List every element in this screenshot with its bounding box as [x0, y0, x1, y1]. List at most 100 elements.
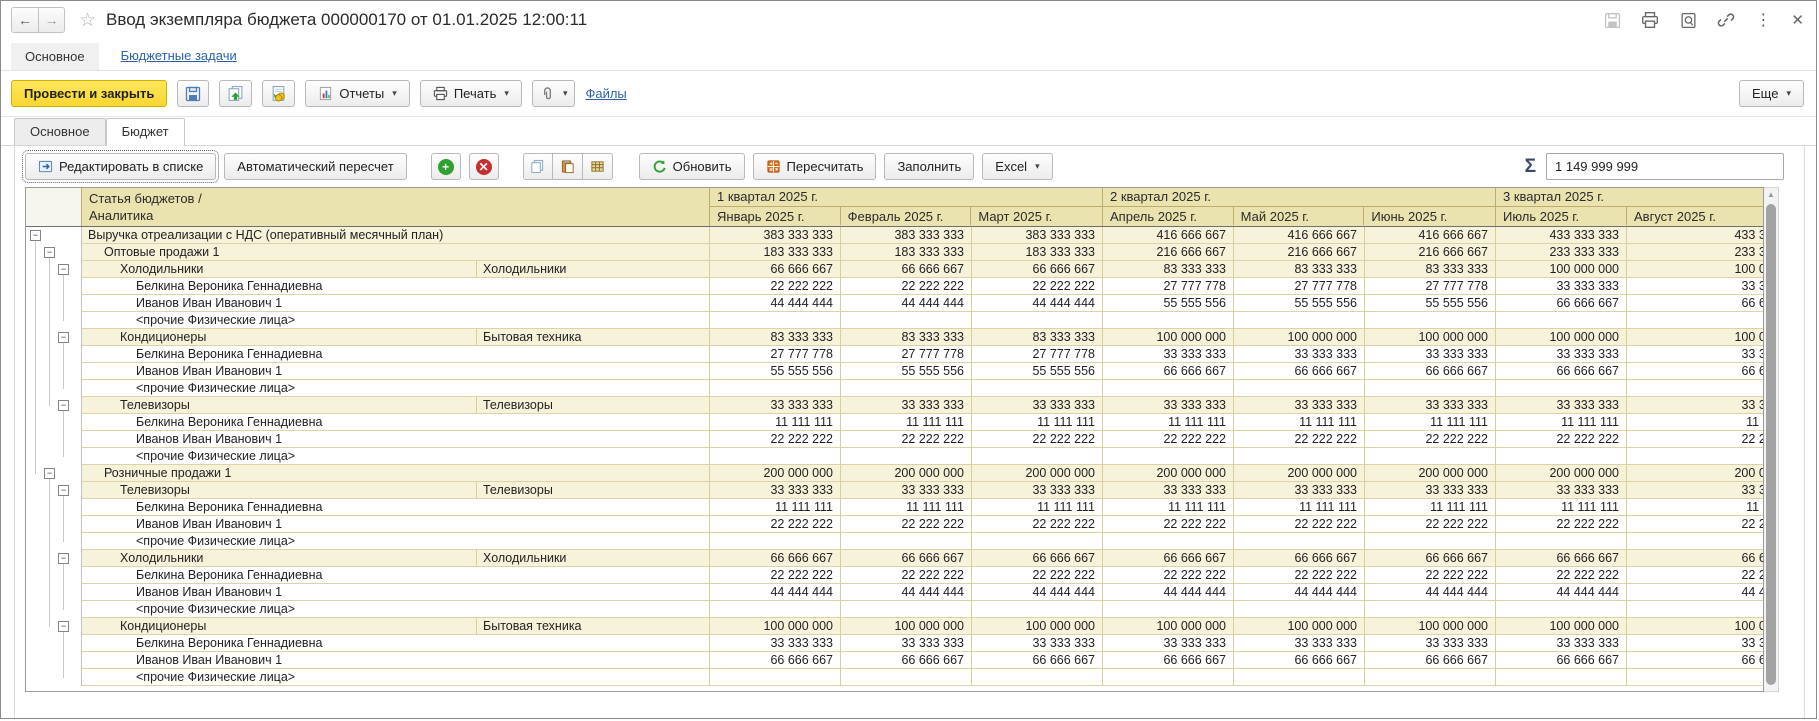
article-cell[interactable]: <прочие Физические лица>	[82, 448, 710, 465]
article-cell[interactable]: Иванов Иван Иванович 1	[82, 295, 710, 312]
auto-recalc-button[interactable]: Автоматический пересчет	[224, 153, 407, 180]
value-cell[interactable]: 33 333 333	[1627, 346, 1763, 363]
article-cell[interactable]: <прочие Физические лица>	[82, 601, 710, 618]
article-cell[interactable]: Иванов Иван Иванович 1	[82, 431, 710, 448]
value-cell[interactable]: 66 666 667	[1103, 652, 1234, 669]
value-cell[interactable]	[710, 669, 841, 686]
value-cell[interactable]: 33 333 333	[710, 482, 841, 499]
value-cell[interactable]: 27 777 778	[972, 346, 1103, 363]
create-document-button[interactable]	[262, 80, 296, 107]
value-cell[interactable]: 22 222 222	[1234, 431, 1365, 448]
value-cell[interactable]	[1103, 312, 1234, 329]
value-cell[interactable]: 100 000 000	[1627, 329, 1763, 346]
value-cell[interactable]: 216 666 667	[1365, 244, 1496, 261]
value-cell[interactable]	[972, 533, 1103, 550]
value-cell[interactable]: 66 666 667	[1496, 295, 1627, 312]
value-cell[interactable]: 11 111 111	[1365, 414, 1496, 431]
value-cell[interactable]: 66 666 667	[1496, 363, 1627, 380]
value-cell[interactable]: 44 444 444	[710, 584, 841, 601]
value-cell[interactable]: 100 000 000	[972, 618, 1103, 635]
analytics-cell[interactable]: Телевизоры	[477, 482, 710, 499]
article-cell[interactable]: Белкина Вероника Геннадиевна	[82, 635, 710, 652]
value-cell[interactable]: 66 666 667	[841, 550, 972, 567]
value-cell[interactable]: 200 000 000	[1627, 465, 1763, 482]
scrollbar-thumb[interactable]	[1766, 204, 1776, 685]
value-cell[interactable]: 33 333 333	[1103, 482, 1234, 499]
value-cell[interactable]: 22 222 222	[841, 516, 972, 533]
value-cell[interactable]: 55 555 556	[1365, 295, 1496, 312]
tree-collapse-toggle[interactable]: −	[58, 332, 69, 343]
value-cell[interactable]: 11 111 111	[1103, 414, 1234, 431]
tab-budget-tasks[interactable]: Бюджетные задачи	[121, 48, 237, 70]
value-cell[interactable]: 11 111 111	[1627, 499, 1763, 516]
value-cell[interactable]	[710, 448, 841, 465]
value-cell[interactable]: 44 444 444	[841, 584, 972, 601]
value-cell[interactable]: 22 222 222	[841, 278, 972, 295]
value-cell[interactable]: 100 000 000	[1365, 618, 1496, 635]
value-cell[interactable]: 200 000 000	[1365, 465, 1496, 482]
value-cell[interactable]: 33 333 333	[1496, 635, 1627, 652]
value-cell[interactable]: 11 111 111	[710, 499, 841, 516]
value-cell[interactable]	[972, 601, 1103, 618]
article-cell[interactable]: Холодильники	[82, 261, 477, 278]
value-cell[interactable]: 22 222 222	[1365, 516, 1496, 533]
value-cell[interactable]: 33 333 333	[1627, 397, 1763, 414]
value-cell[interactable]	[710, 312, 841, 329]
value-cell[interactable]: 66 666 667	[841, 261, 972, 278]
article-cell[interactable]: <прочие Физические лица>	[82, 533, 710, 550]
value-cell[interactable]: 44 444 444	[1365, 584, 1496, 601]
reports-button[interactable]: Отчеты ▾	[305, 80, 410, 107]
value-cell[interactable]: 44 444 444	[710, 295, 841, 312]
value-cell[interactable]: 44 444 444	[1103, 584, 1234, 601]
value-cell[interactable]: 22 222 222	[972, 516, 1103, 533]
value-cell[interactable]: 11 111 111	[1234, 499, 1365, 516]
value-cell[interactable]: 100 000 000	[1103, 618, 1234, 635]
value-cell[interactable]: 416 666 667	[1234, 227, 1365, 244]
value-cell[interactable]: 22 222 222	[972, 278, 1103, 295]
article-cell[interactable]: Белкина Вероника Геннадиевна	[82, 346, 710, 363]
value-cell[interactable]: 200 000 000	[841, 465, 972, 482]
value-cell[interactable]: 27 777 778	[710, 346, 841, 363]
value-cell[interactable]: 100 000 000	[1496, 329, 1627, 346]
value-cell[interactable]: 33 333 333	[1365, 346, 1496, 363]
value-cell[interactable]: 200 000 000	[1234, 465, 1365, 482]
vertical-scrollbar[interactable]: ▲	[1764, 187, 1779, 692]
value-cell[interactable]: 100 000 000	[1103, 329, 1234, 346]
value-cell[interactable]: 11 111 111	[972, 414, 1103, 431]
value-cell[interactable]	[1496, 448, 1627, 465]
value-cell[interactable]: 100 000 000	[1234, 618, 1365, 635]
value-cell[interactable]: 11 111 111	[1234, 414, 1365, 431]
value-cell[interactable]: 83 333 333	[1103, 261, 1234, 278]
value-cell[interactable]: 100 000 000	[1627, 261, 1763, 278]
value-cell[interactable]: 33 333 333	[1234, 482, 1365, 499]
value-cell[interactable]: 416 666 667	[1103, 227, 1234, 244]
value-cell[interactable]: 22 222 222	[972, 431, 1103, 448]
value-cell[interactable]	[1234, 448, 1365, 465]
article-cell[interactable]: Выручка отреализации с НДС (оперативный …	[82, 227, 710, 244]
value-cell[interactable]	[1627, 601, 1763, 618]
value-cell[interactable]: 216 666 667	[1234, 244, 1365, 261]
value-cell[interactable]: 66 666 667	[1627, 295, 1763, 312]
value-cell[interactable]: 22 222 222	[710, 431, 841, 448]
value-cell[interactable]: 22 222 222	[710, 567, 841, 584]
value-cell[interactable]: 22 222 222	[841, 567, 972, 584]
article-cell[interactable]: Белкина Вероника Геннадиевна	[82, 567, 710, 584]
tree-collapse-toggle[interactable]: −	[58, 264, 69, 275]
value-cell[interactable]: 33 333 333	[841, 635, 972, 652]
paste-button[interactable]	[552, 153, 583, 180]
excel-button[interactable]: Excel ▾	[982, 153, 1053, 180]
value-cell[interactable]	[841, 533, 972, 550]
article-cell[interactable]: Иванов Иван Иванович 1	[82, 584, 710, 601]
attachments-button[interactable]: ▾	[531, 80, 576, 107]
value-cell[interactable]: 83 333 333	[1234, 261, 1365, 278]
value-cell[interactable]: 100 000 000	[1365, 329, 1496, 346]
tab-main[interactable]: Основное	[11, 43, 99, 70]
value-cell[interactable]: 33 333 333	[1365, 635, 1496, 652]
value-cell[interactable]: 66 666 667	[972, 261, 1103, 278]
value-cell[interactable]: 100 000 000	[1234, 329, 1365, 346]
value-cell[interactable]: 22 222 222	[1365, 567, 1496, 584]
value-cell[interactable]: 11 111 111	[841, 414, 972, 431]
value-cell[interactable]	[1234, 533, 1365, 550]
value-cell[interactable]	[1496, 601, 1627, 618]
analytics-cell[interactable]: Бытовая техника	[477, 329, 710, 346]
